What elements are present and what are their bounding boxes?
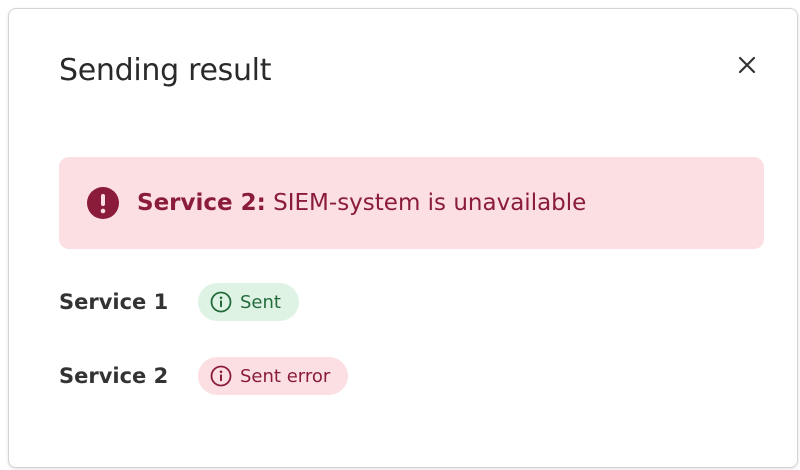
exclamation-circle-icon (87, 187, 119, 219)
info-circle-icon (210, 365, 232, 387)
close-icon (738, 56, 756, 74)
service-row-1: Service 1 Sent (59, 283, 299, 321)
dialog-title: Sending result (59, 53, 272, 88)
error-alert: Service 2: SIEM-system is unavailable (59, 157, 764, 249)
alert-message-text: SIEM-system is unavailable (265, 190, 587, 216)
service-label: Service 1 (59, 290, 169, 314)
status-badge-sent: Sent (198, 283, 299, 321)
service-row-2: Service 2 Sent error (59, 357, 349, 395)
info-circle-icon (210, 291, 232, 313)
status-badge-error: Sent error (198, 357, 349, 395)
close-button[interactable] (731, 49, 763, 81)
alert-service-name: Service 2: (137, 190, 266, 216)
status-text: Sent error (240, 365, 331, 387)
alert-message: Service 2: SIEM-system is unavailable (137, 190, 586, 216)
service-label: Service 2 (59, 364, 169, 388)
status-text: Sent (240, 291, 281, 313)
sending-result-dialog: Sending result Service 2: SIEM-system is… (8, 8, 798, 468)
